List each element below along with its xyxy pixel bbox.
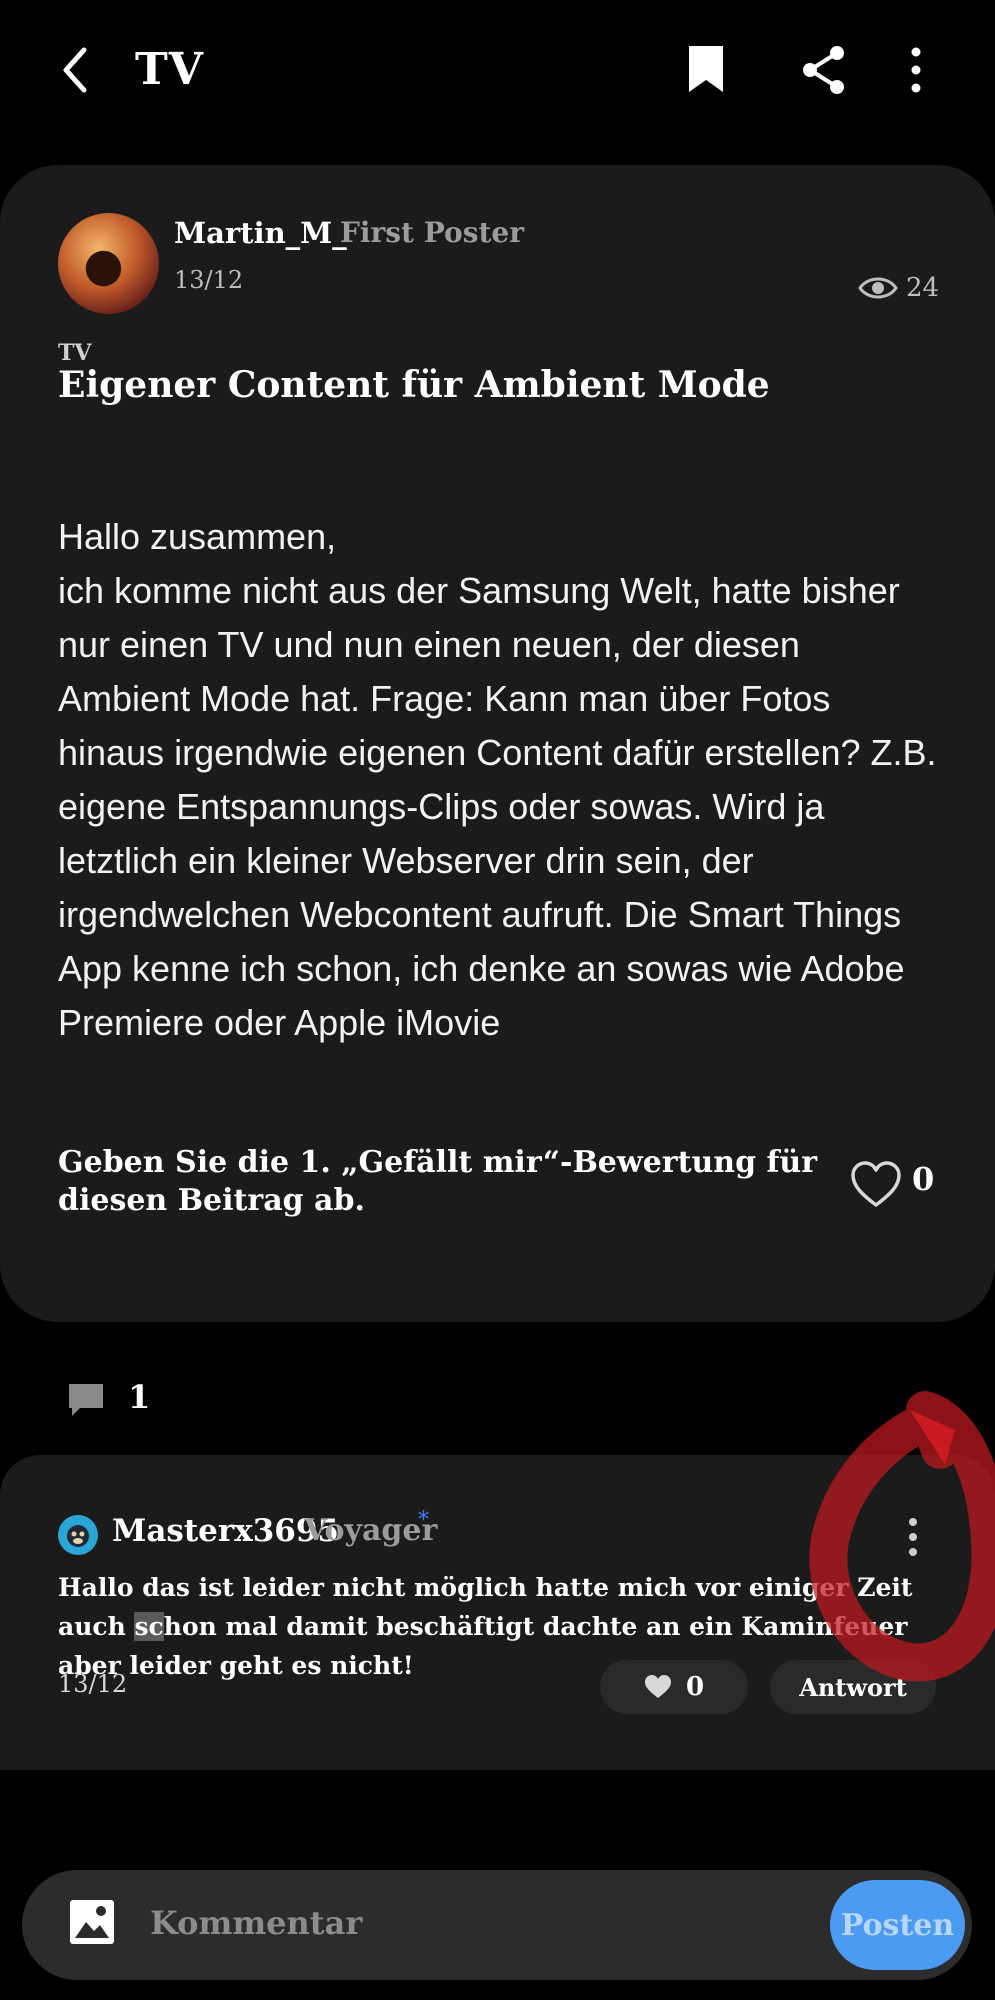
page-title: TV [135,44,204,95]
image-icon [68,1898,116,1946]
view-count-value: 24 [906,273,940,303]
text-selection: sc [134,1612,164,1641]
post-title: Eigener Content für Ambient Mode [58,364,770,406]
arrow-left-icon [52,40,102,100]
reply-avatar[interactable] [58,1515,98,1555]
bookmark-icon [686,44,726,96]
reply-like-count: 0 [685,1672,705,1702]
reply-date: 13/12 [58,1670,128,1698]
author-name[interactable]: Martin_M_ [174,216,347,250]
post-comment-button[interactable]: Posten [830,1880,965,1970]
back-button[interactable] [52,40,102,100]
comment-count: 1 [128,1378,151,1416]
heart-outline-icon [850,1160,902,1210]
share-icon [800,44,848,96]
more-options-button[interactable] [898,44,934,96]
like-prompt: Geben Sie die 1. „Gefällt mir“-Bewertung… [58,1145,818,1218]
monkey-avatar-icon [59,1516,97,1554]
share-button[interactable] [800,44,848,96]
eye-icon [858,274,898,302]
author-avatar[interactable] [58,213,159,314]
author-rank-badge: First Poster [340,216,524,249]
post-like-button[interactable] [850,1160,902,1210]
more-vertical-icon [898,44,934,96]
bookmark-button[interactable] [686,44,726,96]
post-like-count: 0 [912,1160,935,1198]
post-category[interactable]: TV [58,340,91,366]
comment-icon [66,1380,106,1420]
post-date: 13/12 [174,266,244,294]
red-circle-annotation [790,1390,995,1690]
post-body: Hallo zusammen, ich komme nicht aus der … [58,516,937,1043]
attach-image-button[interactable] [68,1898,116,1946]
view-count: 24 [858,268,939,308]
reply-like-button[interactable]: 0 [600,1660,748,1714]
rank-star: * [418,1508,429,1533]
heart-icon [644,1674,672,1700]
comment-input[interactable] [150,1895,620,1950]
